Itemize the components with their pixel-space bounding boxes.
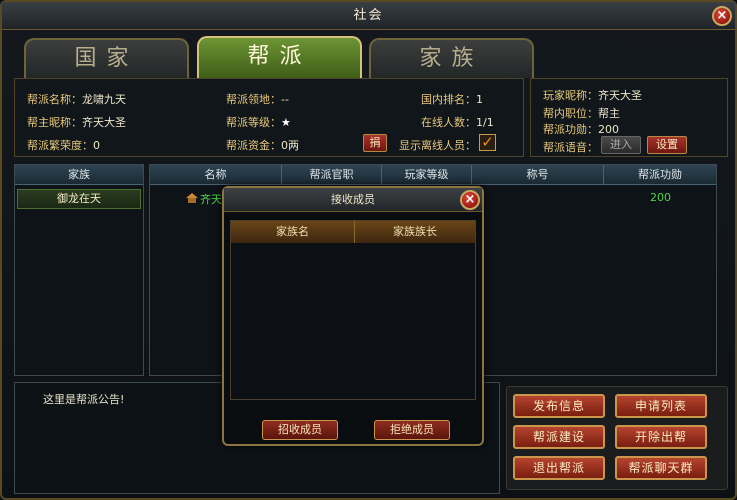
reject-member-button[interactable]: 拒绝成员 [374, 420, 450, 440]
family-list-item-selected[interactable]: 御龙在天 [17, 189, 141, 209]
guild-level-label: 帮派等级： [226, 116, 281, 129]
player-merit-value: 200 [598, 123, 619, 136]
family-list-panel: 家族 御龙在天 [14, 164, 144, 376]
guild-rank-label: 国内排名： [421, 93, 476, 106]
col-player-level[interactable]: 玩家等级 [382, 165, 472, 185]
guild-prosperity-row: 帮派繁荣度：0 [27, 137, 100, 153]
member-merit: 200 [650, 191, 671, 204]
col-guild-title[interactable]: 帮派官职 [282, 165, 382, 185]
expel-member-button[interactable]: 开除出帮 [615, 425, 707, 449]
close-icon[interactable]: × [712, 6, 732, 26]
player-position-value: 帮主 [598, 107, 620, 120]
guild-notice-text: 这里是帮派公告! [43, 393, 125, 406]
show-offline-checkbox[interactable]: ✓ [479, 134, 496, 151]
player-position-label: 帮内职位： [543, 107, 598, 120]
guild-funds-row: 帮派资金：0两 [226, 137, 299, 153]
player-merit-row: 帮派功勋：200 [543, 121, 619, 137]
guild-funds-value: 0两 [281, 139, 299, 152]
guild-chat-button[interactable]: 帮派聊天群 [615, 456, 707, 480]
apply-list-button[interactable]: 申请列表 [615, 394, 707, 418]
house-icon [185, 193, 198, 203]
publish-info-button[interactable]: 发布信息 [513, 394, 605, 418]
guild-online-row: 在线人数：1/1 [421, 114, 494, 130]
guild-funds-label: 帮派资金： [226, 139, 281, 152]
guild-leader-value: 齐天大圣 [82, 116, 126, 129]
guild-build-button[interactable]: 帮派建设 [513, 425, 605, 449]
player-position-row: 帮内职位：帮主 [543, 105, 620, 121]
family-applicant-list: 家族名 家族族长 [230, 220, 476, 400]
player-nickname-label: 玩家昵称： [543, 89, 598, 102]
accept-member-button[interactable]: 招收成员 [262, 420, 338, 440]
leave-guild-button[interactable]: 退出帮派 [513, 456, 605, 480]
guild-leader-row: 帮主昵称：齐天大圣 [27, 114, 126, 130]
guild-name-row: 帮派名称：龙啸九天 [27, 91, 126, 107]
accept-members-dialog: 接收成员 家族名 家族族长 招收成员 拒绝成员 [222, 186, 484, 446]
guild-info-panel: 帮派名称：龙啸九天 帮主昵称：齐天大圣 帮派繁荣度：0 帮派领地：-- 帮派等级… [14, 78, 524, 157]
col-family-leader[interactable]: 家族族长 [355, 221, 475, 243]
show-offline-label: 显示离线人员： [399, 139, 476, 152]
guild-online-label: 在线人数： [421, 116, 476, 129]
guild-prosperity-label: 帮派繁荣度： [27, 139, 93, 152]
star-icon: ★ [281, 116, 291, 129]
voice-enter-button[interactable]: 进入 [601, 136, 641, 154]
dialog-close-icon[interactable]: × [460, 190, 480, 210]
guild-online-value: 1/1 [476, 116, 494, 129]
guild-territory-value: -- [281, 93, 289, 106]
voice-settings-button[interactable]: 设置 [647, 136, 687, 154]
tab-guild[interactable]: 帮派 [197, 36, 362, 78]
dialog-title: 接收成员 [224, 188, 482, 212]
guild-level-row: 帮派等级：★ [226, 114, 291, 130]
tab-country[interactable]: 国家 [24, 38, 189, 78]
player-info-panel: 玩家昵称：齐天大圣 帮内职位：帮主 帮派功勋：200 帮派语音： 进入 设置 [530, 78, 728, 157]
guild-prosperity-value: 0 [93, 139, 100, 152]
player-merit-label: 帮派功勋： [543, 123, 598, 136]
col-name[interactable]: 名称 [150, 165, 282, 185]
guild-name-value: 龙啸九天 [82, 93, 126, 106]
player-voice-row: 帮派语音： [543, 139, 598, 155]
family-list-header: 家族 [15, 165, 143, 185]
tab-family[interactable]: 家族 [369, 38, 534, 78]
member-table-header: 名称 帮派官职 玩家等级 称号 帮派功勋 [150, 165, 716, 185]
show-offline-row: 显示离线人员： [399, 137, 476, 153]
player-voice-label: 帮派语音： [543, 141, 598, 154]
guild-territory-row: 帮派领地：-- [226, 91, 289, 107]
window-title: 社会 [2, 2, 735, 30]
col-title[interactable]: 称号 [472, 165, 604, 185]
col-merit[interactable]: 帮派功勋 [604, 165, 716, 185]
guild-rank-value: 1 [476, 93, 483, 106]
player-nickname-row: 玩家昵称：齐天大圣 [543, 87, 642, 103]
player-nickname-value: 齐天大圣 [598, 89, 642, 102]
social-window: 社会 × 国家 帮派 家族 帮派名称：龙啸九天 帮主昵称：齐天大圣 帮派繁荣度：… [0, 0, 737, 500]
member-name: 齐天 [200, 193, 222, 206]
donate-button[interactable]: 捐 [363, 134, 387, 152]
guild-territory-label: 帮派领地： [226, 93, 281, 106]
guild-leader-label: 帮主昵称： [27, 116, 82, 129]
guild-rank-row: 国内排名：1 [421, 91, 483, 107]
col-family-name[interactable]: 家族名 [231, 221, 355, 243]
guild-name-label: 帮派名称： [27, 93, 82, 106]
